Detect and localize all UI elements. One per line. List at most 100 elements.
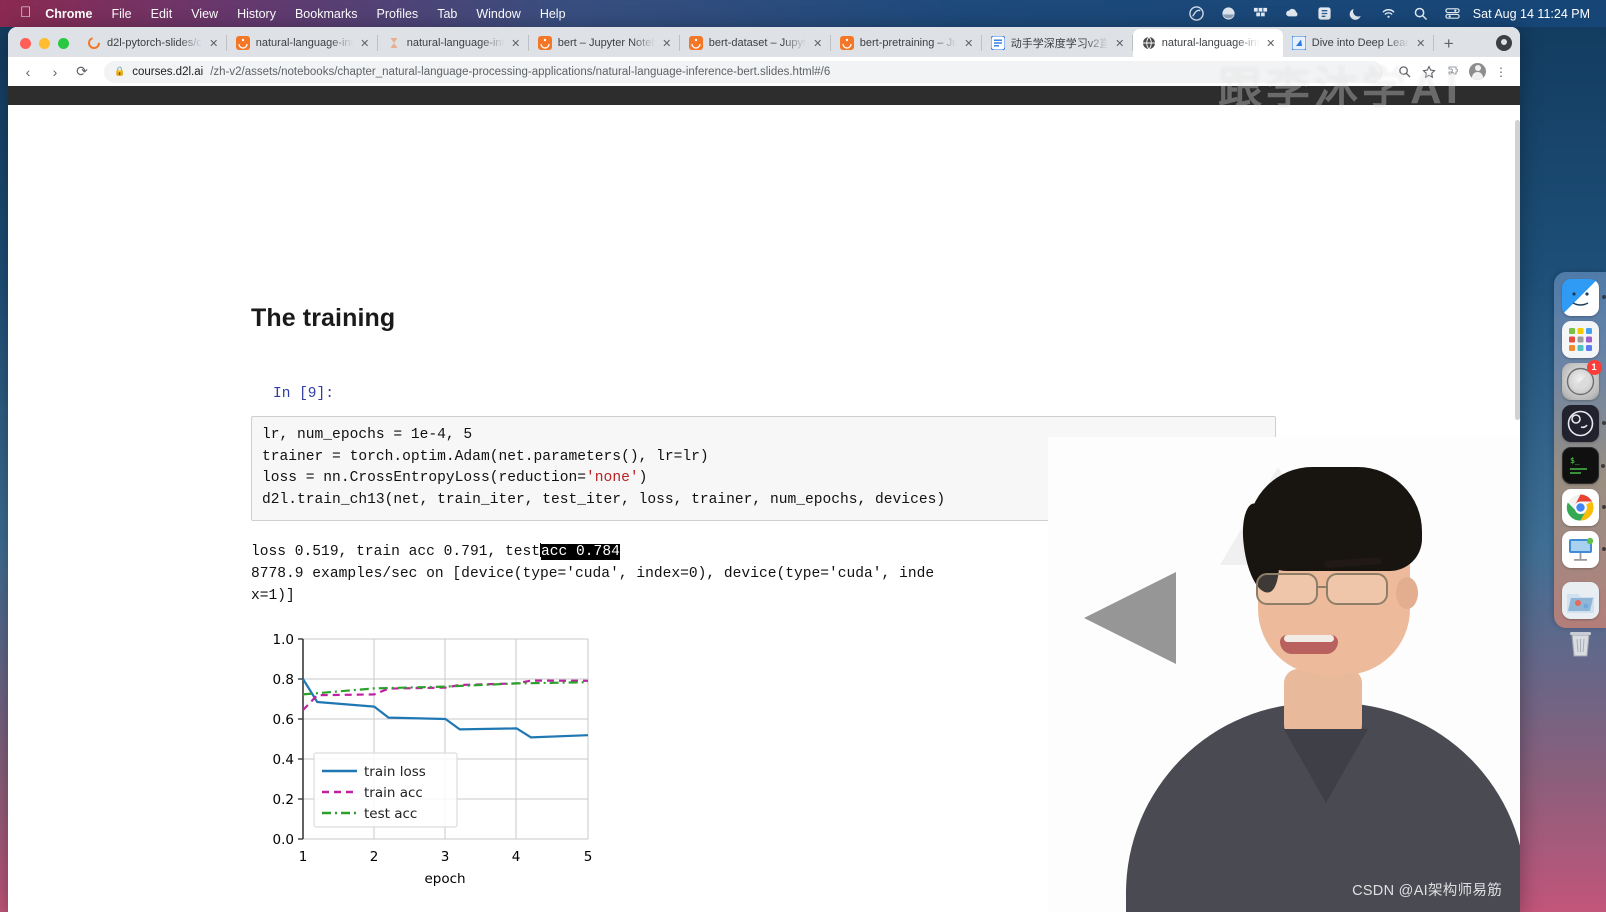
legend-label-train-acc: train acc <box>364 785 423 801</box>
close-window-button[interactable] <box>20 38 31 49</box>
output-line-1-prefix: loss 0.519, train acc 0.791, test <box>251 544 541 560</box>
eyeglasses-left-lens-icon <box>1256 573 1318 605</box>
app-running-indicator <box>1601 295 1606 299</box>
menu-bar-clock[interactable]: Sat Aug 14 11:24 PM <box>1473 7 1590 21</box>
menu-item-tab[interactable]: Tab <box>437 7 457 21</box>
control-center-icon[interactable] <box>1445 6 1460 21</box>
menu-item-file[interactable]: File <box>111 7 131 21</box>
menu-item-profiles[interactable]: Profiles <box>377 7 419 21</box>
zoom-search-icon[interactable] <box>1394 62 1414 82</box>
macos-menu-bar:  Chrome File Edit View History Bookmark… <box>0 0 1606 27</box>
menu-item-help[interactable]: Help <box>540 7 566 21</box>
loading-spinner-icon <box>87 36 101 50</box>
launchpad-icon[interactable] <box>1561 321 1599 358</box>
jupyter-icon <box>839 36 854 50</box>
cell-input-prompt: In [9]: <box>273 386 334 402</box>
browser-tab-label: bert – Jupyter Noteb <box>557 37 655 49</box>
browser-tab-0[interactable]: d2l-pytorch-slides/c ✕ <box>78 29 226 57</box>
apple-logo-icon[interactable]:  <box>20 4 31 21</box>
menu-item-history[interactable]: History <box>237 7 276 21</box>
browser-tab-7-active[interactable]: natural-language-inf ✕ <box>1132 29 1283 57</box>
bilibili-icon <box>990 35 1006 51</box>
browser-tab-6[interactable]: 动手学深度学习v2直播 ✕ <box>982 29 1132 57</box>
macos-dock: 1 $_ <box>1554 272 1606 657</box>
trash-icon[interactable] <box>1562 624 1599 661</box>
browser-tab-5[interactable]: bert-pretraining – Ju ✕ <box>831 29 981 57</box>
page-top-dark-band <box>8 86 1520 105</box>
eyeglasses-bridge <box>1317 586 1328 589</box>
tab-close-icon[interactable]: ✕ <box>963 37 975 50</box>
terminal-icon[interactable]: $_ <box>1561 447 1605 484</box>
tab-close-icon[interactable]: ✕ <box>1265 37 1277 50</box>
jupyter-icon <box>235 36 250 50</box>
maximize-window-button[interactable] <box>58 38 69 49</box>
app-running-indicator <box>1601 421 1606 425</box>
cell-output-text[interactable]: loss 0.519, train acc 0.791, testacc 0.7… <box>251 542 1121 607</box>
presenter-teeth <box>1284 635 1334 642</box>
menu-item-chrome[interactable]: Chrome <box>45 7 92 21</box>
browser-tab-label: 动手学深度学习v2直播 <box>1010 38 1108 50</box>
tab-close-icon[interactable]: ✕ <box>661 37 673 50</box>
page-title: The training <box>251 304 396 332</box>
cloud-icon[interactable] <box>1285 6 1300 21</box>
dropbox-icon[interactable] <box>1253 6 1268 21</box>
address-bar[interactable]: 🔒 courses.d2l.ai/zh-v2/assets/notebooks/… <box>104 60 1383 83</box>
profile-avatar-icon[interactable] <box>1496 35 1512 51</box>
tab-close-icon[interactable]: ✕ <box>208 37 220 50</box>
browser-tab-4[interactable]: bert-dataset – Jupyt ✕ <box>680 29 830 57</box>
browser-tab-3[interactable]: bert – Jupyter Noteb ✕ <box>529 29 679 57</box>
y-tick-label: 1.0 <box>273 632 294 648</box>
browser-tab-1[interactable]: natural-language-inf ✕ <box>227 29 377 57</box>
extensions-puzzle-icon[interactable] <box>1444 62 1464 82</box>
chart-svg: 1.0 0.8 0.6 0.4 0.2 0.0 1 2 3 4 5 epoch <box>273 632 593 887</box>
finder-icon[interactable] <box>1561 279 1606 316</box>
tab-close-icon[interactable]: ✕ <box>1415 37 1427 50</box>
downloads-folder-icon[interactable] <box>1561 582 1599 619</box>
y-tick-label: 0.8 <box>273 672 294 688</box>
bookmark-star-icon[interactable] <box>1419 62 1439 82</box>
presenter-shirt-vneck <box>1284 729 1368 803</box>
browser-tab-label: bert-dataset – Jupyt <box>708 37 806 49</box>
display-icon[interactable] <box>1221 6 1236 21</box>
csdn-watermark: CSDN @AI架构师易筋 <box>1352 883 1502 899</box>
eyeglasses-right-lens-icon <box>1326 573 1388 605</box>
tab-close-icon[interactable]: ✕ <box>510 37 522 50</box>
globe-icon <box>1142 36 1156 50</box>
training-metrics-chart: 1.0 0.8 0.6 0.4 0.2 0.0 1 2 3 4 5 epoch <box>258 627 598 893</box>
page-scrollbar[interactable] <box>1515 120 1520 420</box>
spotlight-search-icon[interactable] <box>1413 6 1428 21</box>
menu-item-bookmarks[interactable]: Bookmarks <box>295 7 358 21</box>
profile-avatar-icon[interactable] <box>1469 63 1486 80</box>
menu-item-edit[interactable]: Edit <box>151 7 173 21</box>
safari-icon[interactable]: 1 <box>1561 360 1602 400</box>
keynote-icon[interactable] <box>1561 531 1606 568</box>
chrome-icon[interactable] <box>1561 489 1606 526</box>
menu-item-window[interactable]: Window <box>476 7 520 21</box>
new-tab-button[interactable]: + <box>1434 35 1464 57</box>
desktop-screen:  Chrome File Edit View History Bookmark… <box>0 0 1606 912</box>
wifi-icon[interactable] <box>1381 6 1396 21</box>
minimize-window-button[interactable] <box>39 38 50 49</box>
menu-item-view[interactable]: View <box>191 7 218 21</box>
browser-tab-8[interactable]: Dive into Deep Learn ✕ <box>1283 29 1433 57</box>
tab-close-icon[interactable]: ✕ <box>812 37 824 50</box>
back-button[interactable]: ‹ <box>17 61 39 83</box>
do-not-disturb-moon-icon[interactable] <box>1349 6 1364 21</box>
forward-button[interactable]: › <box>44 61 66 83</box>
tab-close-icon[interactable]: ✕ <box>359 37 371 50</box>
reload-button[interactable]: ⟳ <box>71 61 93 83</box>
chrome-menu-icon[interactable]: ⋮ <box>1491 62 1511 82</box>
shuttle-icon[interactable] <box>1189 6 1204 21</box>
tab-close-icon[interactable]: ✕ <box>1114 37 1126 50</box>
browser-toolbar: ‹ › ⟳ 🔒 courses.d2l.ai/zh-v2/assets/note… <box>8 57 1520 86</box>
sogou-input-icon[interactable] <box>1317 6 1332 21</box>
browser-tab-label: natural-language-inf <box>1161 37 1259 49</box>
browser-tab-2[interactable]: natural-language-inf ✕ <box>378 29 528 57</box>
y-tick-label: 0.0 <box>273 832 294 848</box>
output-line-3: x=1)] <box>251 587 295 604</box>
lock-icon: 🔒 <box>114 66 126 76</box>
legend-label-train-loss: train loss <box>364 764 426 780</box>
d2l-icon <box>1291 35 1307 51</box>
menu-status-icons <box>1189 6 1460 21</box>
obs-icon[interactable] <box>1561 405 1606 442</box>
